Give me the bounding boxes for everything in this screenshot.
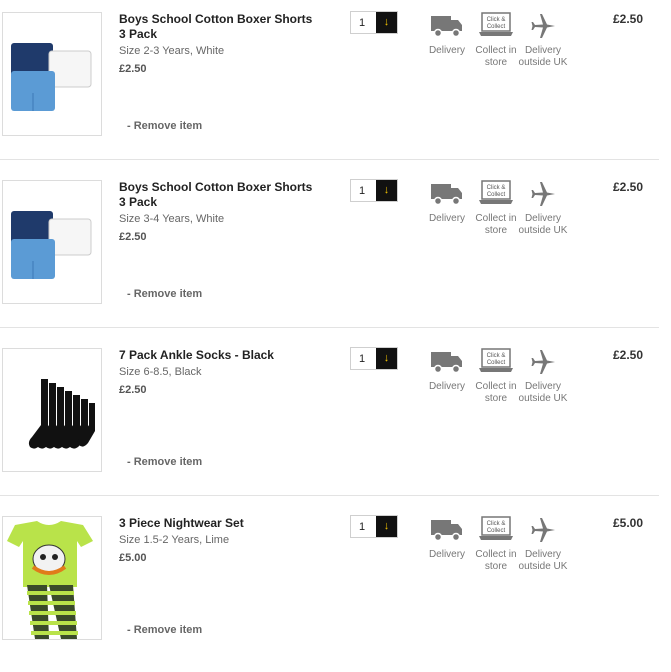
click-and-collect-icon: Click & Collect: [471, 180, 521, 210]
dropdown-arrow-icon[interactable]: ↓: [376, 516, 397, 537]
divider: [0, 327, 659, 328]
outside-label-line2: outside UK: [518, 393, 568, 404]
airplane-icon: [518, 348, 568, 378]
product-image[interactable]: [2, 12, 102, 136]
product-title[interactable]: 7 Pack Ankle Socks - Black: [119, 348, 319, 363]
click-and-collect-icon: Click & Collect: [471, 348, 521, 378]
remove-item-link[interactable]: - Remove item: [127, 456, 202, 468]
quantity-select[interactable]: 1 ↓: [350, 515, 398, 538]
delivery-outside-uk-option: Delivery outside UK: [518, 180, 568, 237]
quantity-value: 1: [359, 353, 366, 365]
outside-label-line1: Delivery: [524, 549, 562, 560]
product-variant: Size 1.5-2 Years, Lime: [119, 534, 230, 546]
delivery-label: Delivery: [428, 381, 466, 392]
collect-in-store-option: Click & Collect Collect in store: [471, 348, 521, 405]
click-and-collect-icon: Click & Collect: [471, 516, 521, 546]
collect-label-line1: Collect in: [475, 213, 517, 224]
dropdown-arrow-icon[interactable]: ↓: [376, 348, 397, 369]
outside-label-line2: outside UK: [518, 225, 568, 236]
unit-price: £5.00: [119, 552, 147, 564]
outside-label-line1: Delivery: [524, 45, 562, 56]
collect-label-line2: store: [484, 393, 508, 404]
svg-text:Click &: Click &: [487, 17, 506, 23]
line-price: £2.50: [612, 348, 643, 362]
delivery-label: Delivery: [428, 213, 466, 224]
collect-label-line1: Collect in: [475, 381, 517, 392]
delivery-option: Delivery: [422, 516, 472, 561]
unit-price: £2.50: [119, 384, 147, 396]
svg-text:Click &: Click &: [487, 353, 506, 359]
svg-text:Collect: Collect: [487, 360, 506, 366]
basket-item: 3 Piece Nightwear Set Size 1.5-2 Years, …: [0, 504, 659, 672]
product-title[interactable]: 3 Piece Nightwear Set: [119, 516, 319, 531]
delivery-label: Delivery: [428, 549, 466, 560]
unit-price: £2.50: [119, 63, 147, 75]
quantity-value: 1: [359, 17, 366, 29]
quantity-value: 1: [359, 185, 366, 197]
unit-price: £2.50: [119, 231, 147, 243]
line-price: £2.50: [612, 180, 643, 194]
product-title[interactable]: Boys School Cotton Boxer Shorts 3 Pack: [119, 12, 319, 42]
product-variant: Size 3-4 Years, White: [119, 213, 225, 225]
collect-label-line1: Collect in: [475, 45, 517, 56]
delivery-outside-uk-option: Delivery outside UK: [518, 348, 568, 405]
delivery-outside-uk-option: Delivery outside UK: [518, 12, 568, 69]
svg-text:Click &: Click &: [487, 185, 506, 191]
product-title[interactable]: Boys School Cotton Boxer Shorts 3 Pack: [119, 180, 319, 210]
outside-label-line1: Delivery: [524, 213, 562, 224]
airplane-icon: [518, 12, 568, 42]
collect-in-store-option: Click & Collect Collect in store: [471, 12, 521, 69]
delivery-truck-icon: [422, 516, 472, 546]
product-image[interactable]: [2, 180, 102, 304]
outside-label-line2: outside UK: [518, 57, 568, 68]
product-image[interactable]: [2, 516, 102, 640]
line-price: £5.00: [612, 516, 643, 530]
quantity-select[interactable]: 1 ↓: [350, 11, 398, 34]
basket-item: Boys School Cotton Boxer Shorts 3 Pack S…: [0, 0, 659, 168]
basket-item: 7 Pack Ankle Socks - Black Size 6-8.5, B…: [0, 336, 659, 504]
delivery-option: Delivery: [422, 348, 472, 393]
remove-item-link[interactable]: - Remove item: [127, 288, 202, 300]
product-variant: Size 2-3 Years, White: [119, 45, 225, 57]
remove-item-link[interactable]: - Remove item: [127, 624, 202, 636]
collect-in-store-option: Click & Collect Collect in store: [471, 516, 521, 573]
delivery-truck-icon: [422, 348, 472, 378]
line-price: £2.50: [612, 12, 643, 26]
click-and-collect-icon: Click & Collect: [471, 12, 521, 42]
delivery-truck-icon: [422, 180, 472, 210]
divider: [0, 495, 659, 496]
divider: [0, 159, 659, 160]
quantity-select[interactable]: 1 ↓: [350, 347, 398, 370]
collect-label-line1: Collect in: [475, 549, 517, 560]
svg-text:Collect: Collect: [487, 192, 506, 198]
delivery-label: Delivery: [428, 45, 466, 56]
product-variant: Size 6-8.5, Black: [119, 366, 202, 378]
airplane-icon: [518, 180, 568, 210]
product-image[interactable]: [2, 348, 102, 472]
dropdown-arrow-icon[interactable]: ↓: [376, 180, 397, 201]
dropdown-arrow-icon[interactable]: ↓: [376, 12, 397, 33]
remove-item-link[interactable]: - Remove item: [127, 120, 202, 132]
collect-label-line2: store: [484, 225, 508, 236]
outside-label-line1: Delivery: [524, 381, 562, 392]
outside-label-line2: outside UK: [518, 561, 568, 572]
delivery-option: Delivery: [422, 180, 472, 225]
quantity-select[interactable]: 1 ↓: [350, 179, 398, 202]
delivery-truck-icon: [422, 12, 472, 42]
airplane-icon: [518, 516, 568, 546]
delivery-option: Delivery: [422, 12, 472, 57]
svg-text:Click &: Click &: [487, 521, 506, 527]
collect-label-line2: store: [484, 57, 508, 68]
svg-text:Collect: Collect: [487, 528, 506, 534]
collect-in-store-option: Click & Collect Collect in store: [471, 180, 521, 237]
delivery-outside-uk-option: Delivery outside UK: [518, 516, 568, 573]
collect-label-line2: store: [484, 561, 508, 572]
basket-item: Boys School Cotton Boxer Shorts 3 Pack S…: [0, 168, 659, 336]
quantity-value: 1: [359, 521, 366, 533]
svg-text:Collect: Collect: [487, 24, 506, 30]
